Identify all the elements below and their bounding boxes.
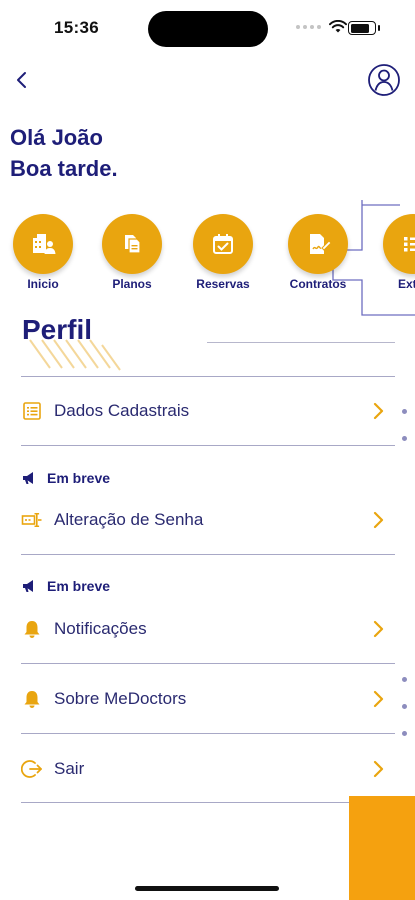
status-icons: [296, 20, 347, 34]
quick-action-label: Planos: [112, 277, 152, 291]
decorative-dot: [402, 731, 407, 736]
decorative-dot: [402, 677, 407, 682]
list-icon: [404, 237, 415, 252]
greeting: Olá João Boa tarde.: [10, 122, 118, 184]
menu-item-label: Dados Cadastrais: [54, 401, 190, 420]
coming-soon-label: Em breve: [47, 470, 111, 486]
decorative-block: [349, 796, 415, 900]
divider: [21, 663, 395, 664]
divider: [207, 342, 395, 343]
coming-soon-badge: Em breve: [21, 576, 110, 596]
calendar-check-icon: [213, 234, 233, 254]
menu-item-label: Sobre MeDoctors: [54, 689, 187, 708]
menu-item-label: Alteração de Senha: [54, 510, 204, 529]
section-title: Perfil: [22, 314, 93, 345]
chevron-left-icon: [17, 72, 26, 88]
greeting-name: Olá João: [10, 125, 103, 150]
divider: [21, 445, 395, 446]
coming-soon-badge: Em breve: [21, 468, 110, 488]
menu-item-notificacoes[interactable]: Notificações: [21, 609, 395, 649]
quick-action-planos[interactable]: Planos: [92, 214, 172, 291]
logout-icon: [21, 760, 42, 778]
divider: [21, 376, 395, 377]
quick-action-label: Contratos: [289, 277, 347, 291]
megaphone-icon: [23, 580, 33, 592]
chevron-right-icon: [373, 402, 384, 420]
divider: [21, 554, 395, 555]
decorative-dot: [402, 436, 407, 441]
quick-action-label: Extra: [397, 277, 415, 291]
user-circle-icon: [368, 64, 400, 96]
documents-icon: [125, 235, 141, 254]
profile-button[interactable]: [367, 63, 401, 97]
menu-item-sobre-medoctors[interactable]: Sobre MeDoctors: [21, 679, 395, 719]
quick-action-inicio[interactable]: Inicio: [3, 214, 83, 291]
quick-action-contratos[interactable]: Contratos: [278, 214, 358, 291]
menu-item-dados-cadastrais[interactable]: Dados Cadastrais: [21, 391, 395, 431]
quick-action-reservas[interactable]: Reservas: [183, 214, 263, 291]
home-indicator: [135, 886, 279, 891]
signal-icon: [296, 25, 321, 29]
status-bar: 15:36: [0, 0, 415, 58]
greeting-time-of-day: Boa tarde.: [10, 156, 118, 181]
wifi-icon: [329, 20, 347, 33]
contract-sign-icon: [310, 234, 332, 254]
bell-icon: [24, 621, 40, 638]
menu-item-label: Sair: [54, 759, 85, 778]
chevron-right-icon: [373, 620, 384, 638]
buildings-user-icon: [33, 234, 56, 254]
chevron-right-icon: [373, 760, 384, 778]
dynamic-island: [148, 11, 268, 47]
coming-soon-label: Em breve: [47, 578, 111, 594]
megaphone-icon: [23, 472, 33, 484]
form-list-icon: [23, 402, 41, 420]
divider: [21, 802, 395, 803]
chevron-right-icon: [373, 511, 384, 529]
decorative-dot: [402, 704, 407, 709]
back-button[interactable]: [8, 66, 36, 94]
quick-action-extra[interactable]: Extra: [373, 214, 415, 291]
quick-action-label: Reservas: [196, 277, 250, 291]
quick-actions: Inicio Planos Reservas Contratos Ext: [0, 214, 415, 304]
menu-item-label: Notificações: [54, 619, 147, 638]
chevron-right-icon: [373, 690, 384, 708]
password-key-icon: [21, 513, 42, 527]
divider: [21, 733, 395, 734]
menu-item-alteracao-senha[interactable]: Alteração de Senha: [21, 500, 395, 540]
status-time: 15:36: [54, 18, 99, 37]
battery-icon: [348, 21, 376, 35]
bell-icon: [24, 691, 40, 708]
decorative-dot: [402, 409, 407, 414]
quick-action-label: Inicio: [27, 277, 59, 291]
menu-item-sair[interactable]: Sair: [21, 749, 395, 789]
